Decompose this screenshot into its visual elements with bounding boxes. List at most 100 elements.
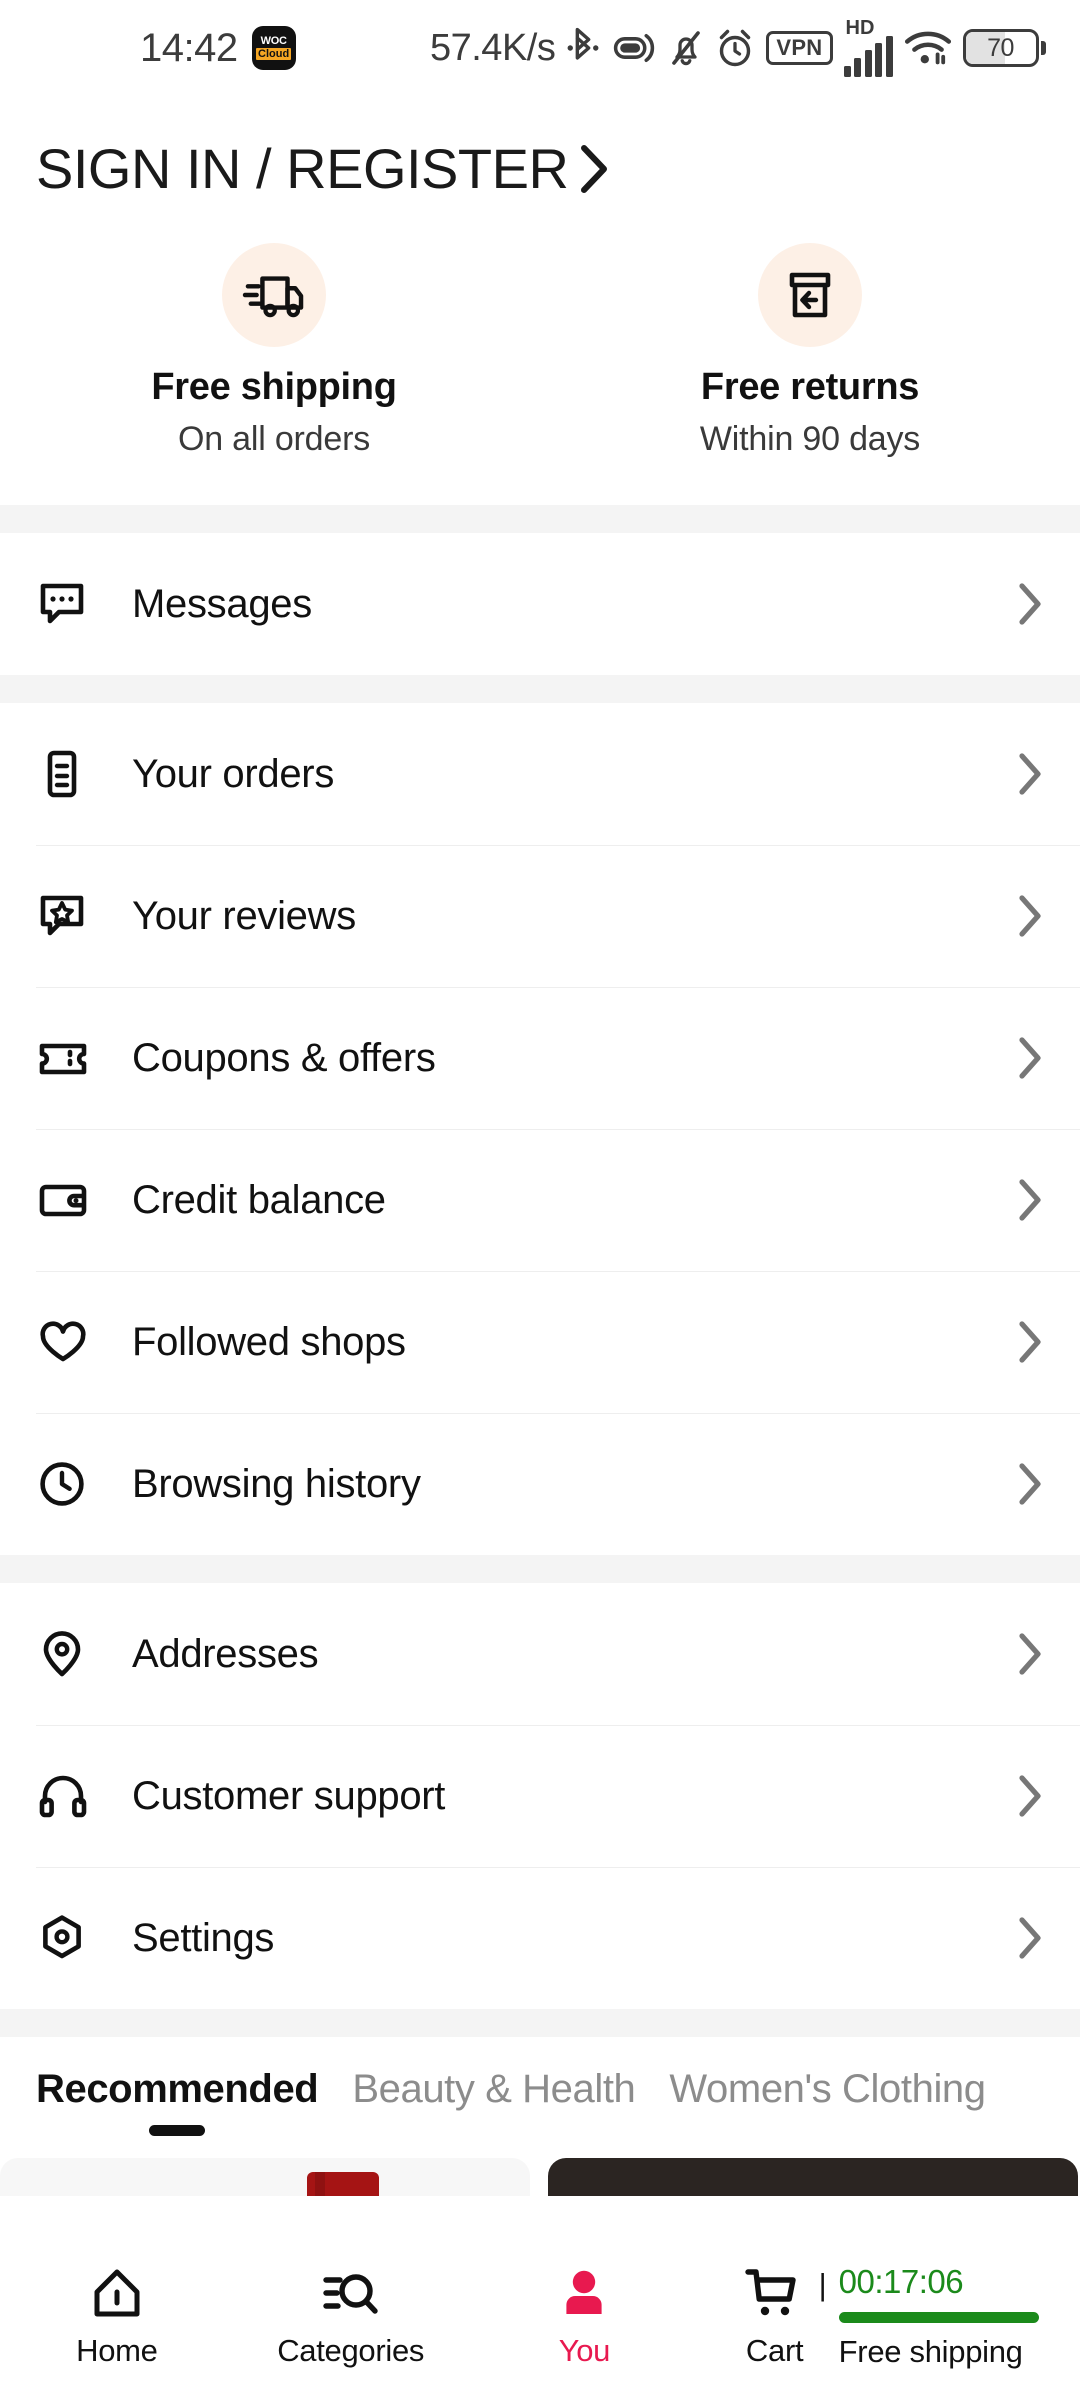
tab-label: Beauty & Health [352, 2067, 636, 2112]
tab-active-underline [149, 2125, 206, 2137]
app-badge-line2: Cloud [256, 47, 292, 61]
section-divider [0, 2009, 1080, 2038]
app-badge-line1: WOC [260, 34, 287, 47]
cart-divider: | [818, 2267, 827, 2302]
account-screen: 14:42 WOC Cloud 57.4K/s VPN HD 70 SIGN I… [0, 0, 1080, 2400]
menu-item-followed-shops[interactable]: Followed shops [0, 1271, 1080, 1414]
tab-label: Women's Clothing [669, 2067, 986, 2112]
menu-item-label: Addresses [132, 1631, 319, 1676]
menu-item-your-orders[interactable]: Your orders [0, 703, 1080, 846]
categories-search-icon [321, 2261, 381, 2327]
feed-tabs-bar: Recommended Beauty & Health Women's Clot… [0, 2037, 1080, 2137]
chevron-right-icon [1012, 1772, 1046, 1820]
cart-free-shipping-label: Free shipping [838, 2334, 1023, 2369]
sign-in-register-button[interactable]: SIGN IN / REGISTER [36, 139, 1044, 199]
nav-item-cart[interactable]: Cart | 00:17:06 Free shipping [701, 2261, 1080, 2370]
chevron-right-icon [574, 142, 612, 196]
product-feed-peek [0, 2136, 1080, 2197]
bluetooth-icon [566, 26, 600, 70]
nav-item-label: You [558, 2333, 611, 2368]
menu-item-label: Messages [132, 581, 312, 626]
chevron-right-icon [1012, 1318, 1046, 1366]
menu-item-customer-support[interactable]: Customer support [0, 1725, 1080, 1868]
clock-history-icon [36, 1458, 92, 1510]
menu-item-label: Your reviews [132, 893, 356, 938]
menu-group-account: Your orders Your reviews Coupons & offer… [0, 703, 1080, 1556]
cart-countdown-timer: 00:17:06 [838, 2263, 964, 2300]
section-divider [0, 505, 1080, 534]
nav-item-you[interactable]: You [468, 2261, 702, 2369]
status-bar-right: 57.4K/s VPN HD 70 [429, 16, 1046, 77]
nav-item-home[interactable]: Home [0, 2261, 234, 2369]
tab-beauty-health[interactable]: Beauty & Health [352, 2067, 635, 2136]
nav-item-label: Categories [277, 2333, 425, 2368]
chevron-right-icon [1012, 1034, 1046, 1082]
benefit-subtitle: On all orders [177, 420, 371, 459]
benefit-subtitle: Within 90 days [699, 420, 921, 459]
tab-label: Recommended [36, 2067, 319, 2112]
menu-item-addresses[interactable]: Addresses [0, 1583, 1080, 1726]
menu-item-label: Followed shops [132, 1319, 406, 1364]
menu-group-messages: Messages [0, 533, 1080, 676]
hexagon-gear-icon [36, 1912, 92, 1964]
benefits-row: Free shipping On all orders Free returns… [0, 199, 1080, 506]
benefit-title: Free shipping [151, 365, 397, 408]
wallet-icon [36, 1174, 92, 1226]
chevron-right-icon [1012, 750, 1046, 798]
wifi-icon [904, 28, 952, 68]
tab-active-underline [800, 2125, 856, 2136]
benefit-free-returns[interactable]: Free returns Within 90 days [540, 242, 1080, 460]
product-thumbnail [307, 2172, 380, 2197]
tab-womens-clothing[interactable]: Women's Clothing [669, 2067, 986, 2136]
bottom-navigation-bar: Home Categories You Cart | 00:17:06 Free… [0, 2244, 1080, 2400]
menu-item-coupons-offers[interactable]: Coupons & offers [0, 987, 1080, 1130]
menu-item-browsing-history[interactable]: Browsing history [0, 1413, 1080, 1556]
shopping-cart-icon [743, 2261, 807, 2327]
status-time: 14:42 [140, 25, 238, 70]
location-pin-icon [36, 1628, 92, 1680]
earbuds-icon [611, 28, 657, 68]
person-icon [556, 2261, 612, 2327]
headset-icon [36, 1770, 92, 1822]
tab-active-underline [466, 2125, 522, 2136]
chevron-right-icon [1012, 1176, 1046, 1224]
return-box-icon [758, 242, 862, 347]
mute-bell-icon [668, 27, 704, 69]
menu-item-settings[interactable]: Settings [0, 1867, 1080, 2010]
hd-label: HD [845, 16, 875, 39]
woc-cloud-app-badge-icon: WOC Cloud [251, 26, 296, 70]
product-card[interactable] [548, 2158, 1078, 2197]
vpn-icon: VPN [766, 31, 833, 65]
feed-tabs: Recommended Beauty & Health Women's Clot… [0, 2067, 1080, 2137]
cart-progress-bar [838, 2312, 1039, 2323]
menu-item-label: Your orders [132, 751, 335, 796]
menu-item-label: Customer support [132, 1773, 446, 1818]
section-divider [0, 675, 1080, 704]
network-speed-text: 57.4K/s [429, 26, 556, 69]
nav-item-categories[interactable]: Categories [234, 2261, 468, 2369]
alarm-clock-icon [715, 27, 755, 69]
cart-label: Cart [745, 2333, 804, 2368]
benefit-title: Free returns [700, 365, 920, 408]
tab-recommended[interactable]: Recommended [36, 2067, 319, 2137]
status-bar-left: 14:42 WOC Cloud [0, 26, 296, 71]
chevron-right-icon [1012, 892, 1046, 940]
product-card[interactable] [0, 2158, 530, 2197]
section-divider [0, 1555, 1080, 1584]
menu-item-label: Coupons & offers [132, 1035, 436, 1080]
menu-item-messages[interactable]: Messages [0, 533, 1080, 676]
menu-item-label: Browsing history [132, 1461, 421, 1506]
nav-item-label: Home [76, 2333, 158, 2368]
menu-item-credit-balance[interactable]: Credit balance [0, 1129, 1080, 1272]
chevron-right-icon [1012, 1460, 1046, 1508]
review-star-bubble-icon [36, 890, 92, 942]
order-receipt-icon [36, 748, 92, 800]
message-bubble-icon [36, 578, 92, 630]
signal-bars-icon: HD [843, 16, 893, 77]
chevron-right-icon [1012, 1914, 1046, 1962]
battery-icon: 70 [962, 29, 1046, 67]
home-icon [89, 2261, 145, 2327]
benefit-free-shipping[interactable]: Free shipping On all orders [0, 242, 540, 460]
chevron-right-icon [1012, 580, 1046, 628]
menu-item-your-reviews[interactable]: Your reviews [0, 845, 1080, 988]
